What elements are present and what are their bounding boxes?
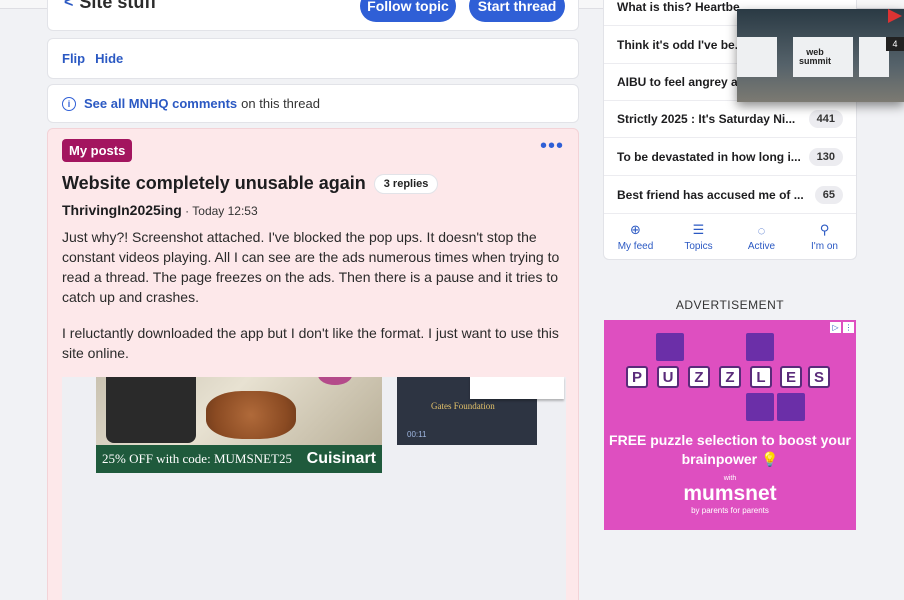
mnhq-suffix: on this thread <box>241 96 320 111</box>
adchoices-icon[interactable]: ▷ ⋮ <box>830 322 854 333</box>
nav-label: Active <box>747 240 776 252</box>
video-controls: 00:11 <box>407 430 427 439</box>
billboard <box>737 37 777 77</box>
post-body: Just why?! Screenshot attached. I've blo… <box>62 227 562 379</box>
puzzle-block <box>777 393 805 421</box>
more-options-icon[interactable]: ••• <box>540 136 564 156</box>
reply-count: 65 <box>814 185 843 204</box>
video-sign: web summit <box>799 48 831 66</box>
chevron-left-icon: < <box>64 0 74 11</box>
overlay-box <box>470 377 564 399</box>
author-line: ThrivingIn2025ing · Today 12:53 <box>62 202 258 218</box>
thread-row[interactable]: To be devastated in how long i... 130 <box>604 138 856 176</box>
start-thread-button[interactable]: Start thread <box>469 0 565 22</box>
thread-title: Strictly 2025 : It's Saturday Ni... <box>617 111 796 126</box>
flip-link[interactable]: Flip <box>62 51 85 66</box>
puzzle-letter-tile: U <box>657 366 679 388</box>
original-post: My posts ••• Website completely unusable… <box>47 128 579 600</box>
mnhq-comments-bar: i See all MNHQ comments on this thread <box>47 84 579 123</box>
puzzle-advert[interactable]: ▷ ⋮ P U Z Z L E S FREE puzzle selection t… <box>604 320 856 530</box>
nav-label: Topics <box>684 241 713 252</box>
topic-header: < Site stuff Follow topic Start thread <box>47 0 579 31</box>
list-icon: ☰ <box>692 222 705 237</box>
puzzle-block <box>656 333 684 361</box>
nav-im-on[interactable]: ⚲ I'm on <box>793 214 856 260</box>
attached-screenshot[interactable]: 25% OFF with code: MUMSNET25 Cuisinart G… <box>62 377 566 600</box>
advert-with: with <box>723 475 737 482</box>
plus-circle-icon: ⊕ <box>630 222 641 237</box>
post-paragraph: Just why?! Screenshot attached. I've blo… <box>62 229 560 305</box>
video-ad-text: Gates Foundation <box>431 401 495 411</box>
thread-title: To be devastated in how long i... <box>617 149 801 164</box>
decoration <box>318 377 352 385</box>
advertisement-label: ADVERTISEMENT <box>675 298 785 312</box>
thread-row[interactable]: Strictly 2025 : It's Saturday Ni... 441 <box>604 100 856 138</box>
pin-icon: ⚲ <box>819 222 830 237</box>
billboard <box>859 37 889 77</box>
puzzle-letter-tile: L <box>750 366 772 388</box>
sidebar-nav: ⊕ My feed ☰ Topics ◌ Active ⚲ I'm on <box>604 214 856 260</box>
topic-name: Site stuff <box>79 0 157 12</box>
reply-count: 130 <box>808 147 843 166</box>
hide-link[interactable]: Hide <box>95 51 123 66</box>
promo-banner: 25% OFF with code: MUMSNET25 Cuisinart <box>96 445 382 473</box>
nav-label: I'm on <box>811 241 838 252</box>
puzzle-letter-tile: Z <box>688 366 710 388</box>
info-icon: i <box>62 96 76 111</box>
cuisinart-ad-image: 25% OFF with code: MUMSNET25 Cuisinart <box>96 377 382 473</box>
puzzle-letter-tile: Z <box>719 366 741 388</box>
floating-video-player[interactable]: web summit 4 <box>737 9 904 102</box>
promo-code: 25% OFF with code: MUMSNET25 <box>102 451 292 466</box>
post-title: Website completely unusable again <box>62 173 366 193</box>
mumsnet-logo: mumsnet <box>683 482 777 505</box>
puzzle-letter-tile: E <box>780 366 802 388</box>
thread-title: Think it's odd I've be... <box>617 37 745 52</box>
play-arrow-icon[interactable] <box>888 9 902 23</box>
author-name[interactable]: ThrivingIn2025ing <box>62 202 182 218</box>
replies-badge[interactable]: 3 replies <box>373 173 439 194</box>
nav-my-feed[interactable]: ⊕ My feed <box>604 214 667 260</box>
mumsnet-tagline: by parents for parents <box>691 506 769 515</box>
thread-title: AIBU to feel angrey a... <box>617 74 748 89</box>
my-posts-badge[interactable]: My posts <box>62 139 133 162</box>
thread-title: What is this? Heartbe... <box>617 0 750 14</box>
air-fryer-image <box>106 377 196 443</box>
reply-count: 441 <box>808 109 843 128</box>
post-time: Today 12:53 <box>192 204 258 218</box>
thread-row[interactable]: Best friend has accused me of ... 65 <box>604 176 856 214</box>
brand-logo: Cuisinart <box>306 450 376 467</box>
puzzle-block <box>746 333 774 361</box>
puzzle-block <box>746 393 774 421</box>
video-count-badge: 4 <box>886 37 904 51</box>
nav-topics[interactable]: ☰ Topics <box>667 214 730 260</box>
food-image <box>206 391 296 439</box>
puzzle-letter-tile: P <box>626 366 648 388</box>
post-paragraph: I reluctantly downloaded the app but I d… <box>62 325 559 361</box>
thread-title: Best friend has accused me of ... <box>617 187 804 202</box>
nav-active[interactable]: ◌ Active <box>730 214 793 260</box>
thread-actions-bar: Flip Hide <box>47 38 579 79</box>
chat-icon: ◌ <box>757 222 766 238</box>
separator: · <box>181 204 193 218</box>
video-sign-line: summit <box>799 56 832 66</box>
back-link[interactable]: < Site stuff <box>64 0 156 13</box>
puzzle-letter-tile: S <box>808 366 830 388</box>
nav-label: My feed <box>617 241 654 252</box>
post-title-row: Website completely unusable again 3 repl… <box>62 173 439 194</box>
advert-headline: FREE puzzle selection to boost your brai… <box>609 432 851 467</box>
follow-topic-button[interactable]: Follow topic <box>360 0 456 22</box>
mnhq-comments-link[interactable]: See all MNHQ comments <box>84 96 237 111</box>
